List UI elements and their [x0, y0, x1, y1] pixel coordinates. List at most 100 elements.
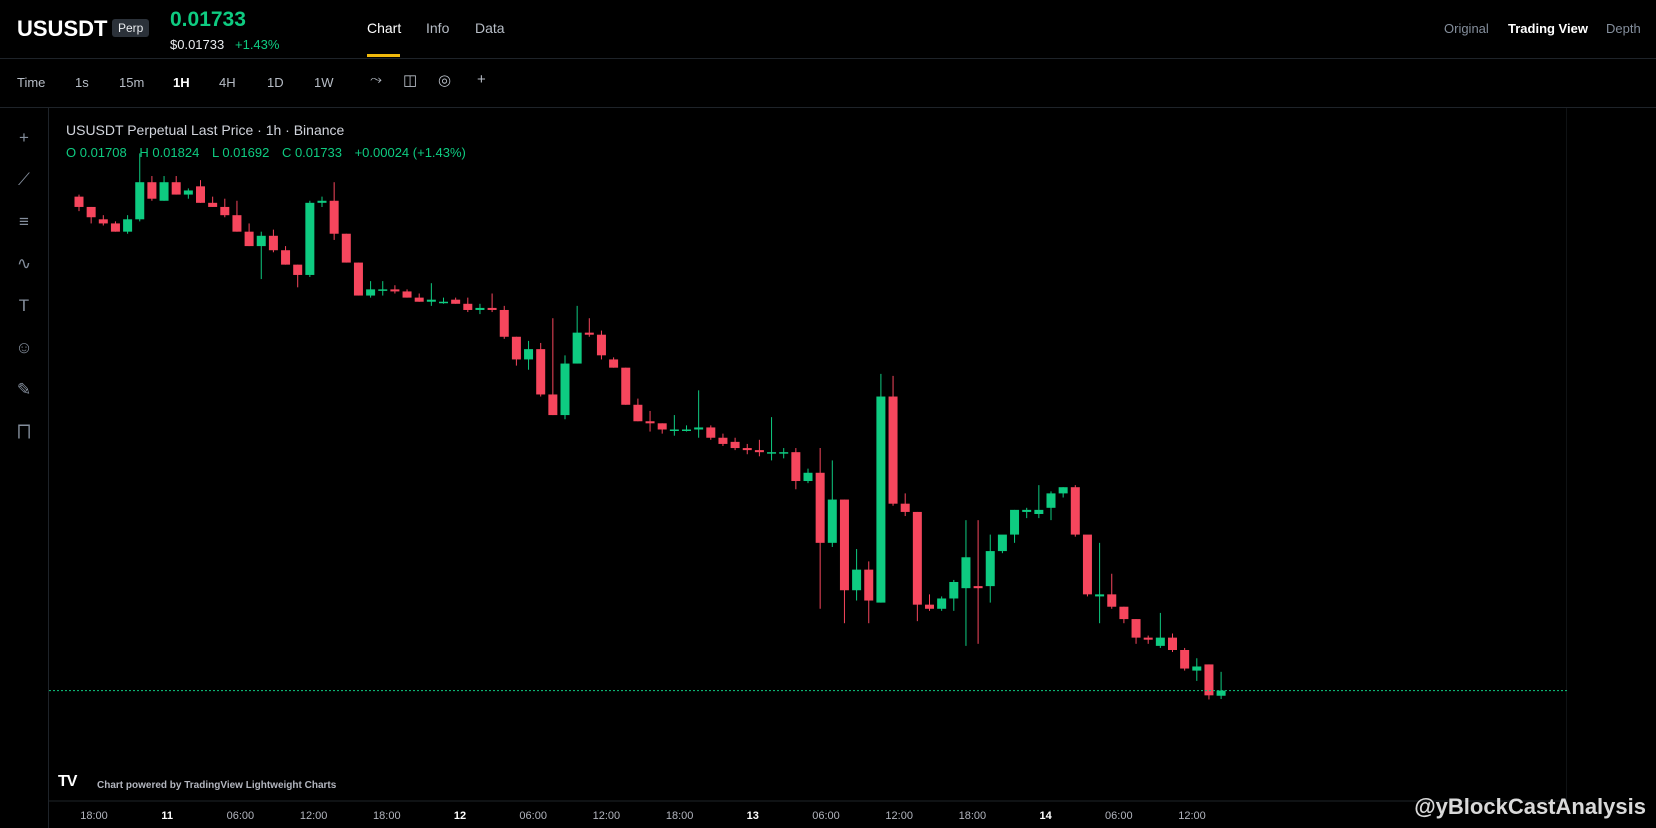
crosshair-icon[interactable]: + — [12, 126, 36, 150]
settings-icon[interactable]: ◎ — [438, 71, 451, 89]
horizontal-lines-icon[interactable]: ≡ — [12, 210, 36, 234]
trend-line-icon[interactable]: ⟋ — [12, 168, 36, 192]
trash-icon[interactable]: ⨅ — [12, 420, 36, 444]
candle-body — [815, 472, 825, 543]
add-icon[interactable]: + — [477, 71, 486, 88]
ohlc-change: +0.00024 (+1.43%) — [354, 145, 466, 160]
price-change: +1.43% — [235, 37, 280, 52]
candle-body — [657, 423, 667, 430]
view-tab-depth[interactable]: Depth — [1606, 21, 1641, 36]
time-tick-label: 06:00 — [519, 810, 547, 822]
candle-body — [171, 182, 181, 195]
tab-data[interactable]: Data — [475, 20, 505, 36]
candle-body — [1143, 637, 1153, 640]
candle-body — [997, 534, 1007, 552]
candle-body — [317, 200, 327, 203]
time-tick-label: 12 — [454, 810, 466, 822]
candlestick-chart[interactable]: 0.044000.042000.040000.038000.036000.034… — [49, 108, 1567, 828]
interval-1d[interactable]: 1D — [267, 75, 284, 90]
perp-badge: Perp — [112, 19, 150, 37]
candle-body — [1192, 666, 1202, 671]
time-tick-label: 12:00 — [885, 810, 913, 822]
candle-body — [183, 190, 193, 195]
candle-body — [74, 196, 84, 207]
candle-body — [852, 569, 862, 591]
interval-1h[interactable]: 1H — [173, 75, 190, 90]
candle-body — [596, 334, 606, 356]
candle-body — [305, 202, 315, 275]
indicator-icon[interactable]: ⤳ — [370, 71, 382, 88]
candle-body — [694, 427, 704, 430]
ohlc-close: C 0.01733 — [281, 145, 342, 160]
ohlc-legend: O 0.01708 H 0.01824 L 0.01692 C 0.01733 … — [66, 145, 475, 160]
candle-body — [402, 291, 412, 298]
emoji-icon[interactable]: ☺ — [12, 336, 36, 360]
candle-body — [98, 219, 108, 224]
pencil-icon[interactable]: ✎ — [12, 378, 36, 402]
time-tick-label: 18:00 — [80, 810, 108, 822]
candle-body — [378, 289, 388, 291]
interval-15m[interactable]: 15m — [119, 75, 144, 90]
candle-body — [1216, 690, 1226, 696]
candle-body — [147, 182, 157, 199]
candle-body — [925, 604, 934, 609]
candle-body — [767, 452, 777, 454]
time-tick-label: 18:00 — [373, 810, 401, 822]
time-label[interactable]: Time — [17, 75, 45, 90]
candle-body — [1107, 594, 1117, 607]
candle-body — [839, 499, 849, 591]
view-tab-trading-view[interactable]: Trading View — [1508, 21, 1588, 36]
time-axis: 18:00 11 06:00 12:00 18:00 12 06:00 12:00 18:00 1… — [80, 810, 1206, 822]
pattern-icon[interactable]: ∿ — [12, 252, 36, 276]
candle-body — [1046, 493, 1056, 508]
candle-body — [779, 452, 789, 454]
candle-body — [560, 363, 570, 416]
interval-1w[interactable]: 1W — [314, 75, 334, 90]
tab-chart[interactable]: Chart — [367, 20, 401, 36]
active-tab-indicator — [367, 54, 400, 57]
candle-body — [803, 472, 813, 482]
candle-body — [706, 427, 716, 438]
candle-body — [366, 289, 376, 296]
candle-body — [341, 233, 351, 263]
layout-icon[interactable]: ◫ — [403, 71, 417, 89]
tradingview-logo[interactable]: TV — [58, 773, 77, 791]
candle-body — [293, 264, 303, 275]
interval-4h[interactable]: 4H — [219, 75, 236, 90]
chart-legend-title: USUSDT Perpetual Last Price · 1h · Binan… — [66, 122, 345, 138]
candle-body — [621, 367, 631, 405]
symbol-name[interactable]: USUSDT — [17, 16, 107, 42]
candle-body — [1168, 637, 1177, 650]
interval-1s[interactable]: 1s — [75, 75, 89, 90]
candle-body — [876, 396, 886, 603]
usd-price: $0.01733 — [170, 37, 225, 52]
candle-body — [86, 206, 96, 218]
candle-body — [499, 309, 509, 337]
drawing-toolbar: + ⟋ ≡ ∿ T ☺ ✎ ⨅ — [0, 108, 49, 828]
view-tab-original[interactable]: Original — [1444, 21, 1489, 36]
text-icon[interactable]: T — [12, 294, 36, 318]
time-tick-label: 12:00 — [300, 810, 328, 822]
candle-body — [463, 303, 473, 310]
candle-body — [123, 219, 133, 232]
interval-toolbar: Time 1s 15m 1H 4H 1D 1W ⤳ ◫ ◎ + — [0, 59, 1656, 108]
tab-info[interactable]: Info — [426, 20, 449, 36]
candle-body — [1082, 534, 1092, 595]
powered-by-note[interactable]: Chart powered by TradingView Lightweight… — [97, 780, 336, 791]
candle-body — [110, 223, 120, 232]
candle-body — [1010, 509, 1020, 535]
candle-body — [353, 262, 363, 296]
time-tick-label: 11 — [161, 810, 173, 822]
candle-body — [281, 250, 291, 265]
candle-body — [609, 359, 619, 368]
ohlc-open: O 0.01708 — [66, 145, 127, 160]
candle-body — [487, 307, 497, 310]
candle-body — [1034, 509, 1044, 514]
candle-body — [742, 448, 752, 451]
candle-body — [985, 551, 995, 587]
candle-body — [1155, 637, 1165, 646]
candle-body — [135, 182, 145, 220]
ohlc-high: H 0.01824 — [139, 145, 200, 160]
candle-body — [414, 297, 424, 302]
candle-body — [961, 557, 971, 589]
